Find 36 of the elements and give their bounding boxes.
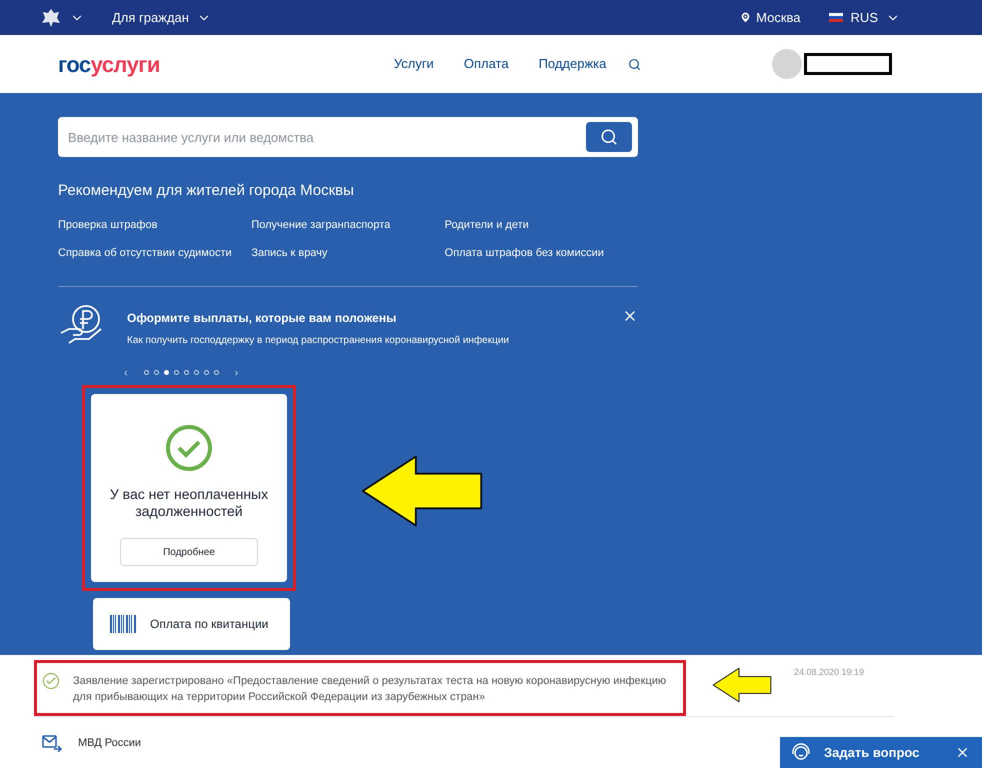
nav-link[interactable]: Услуги [394,54,434,74]
search-icon [600,128,618,146]
service-link[interactable]: Оплата штрафов без комиссии [444,245,638,262]
receipt-label: Оплата по квитанции [150,616,268,633]
notification-date: 24.08.2020 19:19 [794,666,864,680]
service-link[interactable]: Родители и дети [444,216,638,233]
debt-message: У вас нет неоплаченных задолженностей [108,486,270,520]
search-field[interactable]: Введите название услуги или ведомства [58,117,638,157]
mail-icon [42,734,62,752]
logo[interactable]: госуслуги [58,48,160,80]
emblem-icon [40,6,62,28]
section-title: Рекомендуем для жителей города Москвы [58,181,355,201]
city-link[interactable]: Москва [756,8,801,28]
receipt-card[interactable]: Оплата по квитанции [93,598,290,650]
agency-name: МВД России [78,736,142,751]
service-link[interactable]: Получение загранпаспорта [251,216,445,233]
details-button[interactable]: Подробнее [120,538,258,566]
next-arrow[interactable]: › [234,364,238,381]
banner-text: Как получить господдержку в период распространения коронавирусной инфекции [127,334,510,348]
nav-link[interactable]: Поддержка [538,54,606,74]
service-link[interactable]: Запись к врачу [251,245,445,262]
chat-button[interactable]: Задать вопрос [780,737,982,768]
check-circle-icon [165,424,213,472]
search-button[interactable] [586,122,632,152]
barcode-icon [110,615,136,633]
language-button[interactable]: RUS [828,8,900,28]
close-icon [955,745,970,760]
menu-button[interactable]: Для граждан [112,8,211,28]
service-link[interactable]: Справка об отсутствии судимости [58,245,252,262]
nav-link[interactable]: Оплата [464,54,509,74]
notification-text: Заявление зарегистрировано «Предоставление сведений о результатах теста на новую коронавирусную инфекцию для прибывающих на территории Российской Федерации из зарубежных стран» [73,674,668,705]
banner-title: Оформите выплаты, которые вам положены [127,310,398,326]
search-icon[interactable] [628,58,642,70]
previous-arrow[interactable]: ‹ [124,364,128,381]
location-icon [739,11,752,24]
service-link[interactable]: Проверка штрафов [58,216,252,233]
